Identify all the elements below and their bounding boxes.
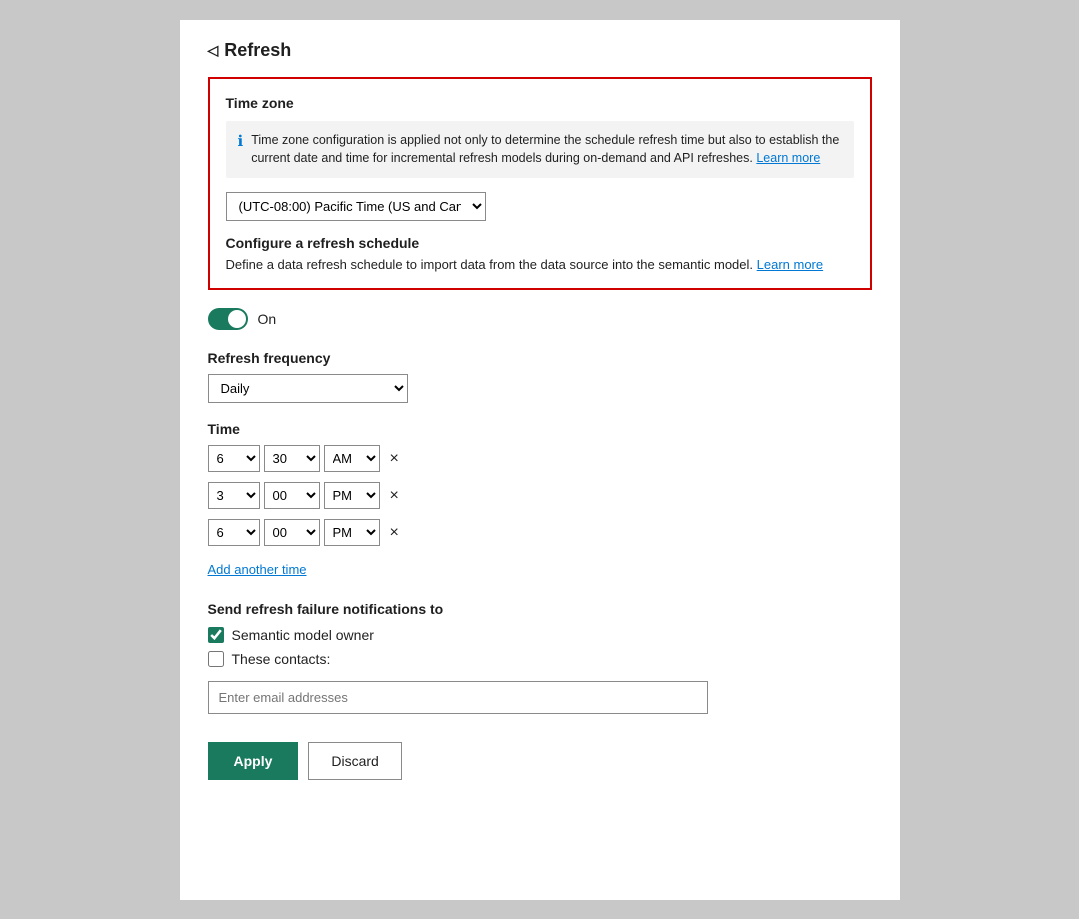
- notification-section: Send refresh failure notifications to Se…: [208, 601, 872, 714]
- apply-button[interactable]: Apply: [208, 742, 299, 780]
- time-zone-section: Time zone ℹ Time zone configuration is a…: [208, 77, 872, 291]
- info-learn-more-link[interactable]: Learn more: [756, 151, 820, 165]
- timezone-title: Time zone: [226, 95, 854, 111]
- main-panel: ◁ Refresh Time zone ℹ Time zone configur…: [180, 20, 900, 900]
- toggle-knob: [228, 310, 246, 328]
- time-row-2: 3124 5678 9101112 00153045 PMAM ×: [208, 482, 872, 509]
- page-title-row: ◁ Refresh: [208, 40, 872, 61]
- contacts-checkbox[interactable]: [208, 651, 224, 667]
- info-text-content: Time zone configuration is applied not o…: [251, 133, 839, 166]
- owner-label: Semantic model owner: [232, 627, 374, 643]
- configure-desc: Define a data refresh schedule to import…: [226, 257, 854, 272]
- button-row: Apply Discard: [208, 742, 872, 780]
- time3-minute-select[interactable]: 00153045: [264, 519, 320, 546]
- time-row-3: 6123 4578 9101112 00153045 PMAM ×: [208, 519, 872, 546]
- configure-learn-more-link[interactable]: Learn more: [757, 257, 823, 272]
- frequency-select[interactable]: Daily Weekly Monthly: [208, 374, 408, 403]
- timezone-select[interactable]: (UTC-08:00) Pacific Time (US and Can (UT…: [226, 192, 486, 221]
- time2-remove-button[interactable]: ×: [384, 486, 405, 506]
- contacts-checkbox-row: These contacts:: [208, 651, 872, 667]
- time1-minute-select[interactable]: 30001545: [264, 445, 320, 472]
- time3-ampm-select[interactable]: PMAM: [324, 519, 380, 546]
- owner-checkbox-row: Semantic model owner: [208, 627, 872, 643]
- info-box: ℹ Time zone configuration is applied not…: [226, 121, 854, 179]
- contacts-label: These contacts:: [232, 651, 331, 667]
- time1-ampm-select[interactable]: AMPM: [324, 445, 380, 472]
- notification-title: Send refresh failure notifications to: [208, 601, 872, 617]
- time1-hour-select[interactable]: 6123 4578 9101112: [208, 445, 260, 472]
- email-input[interactable]: [208, 681, 708, 714]
- time2-hour-select[interactable]: 3124 5678 9101112: [208, 482, 260, 509]
- add-time-button[interactable]: Add another time: [208, 562, 307, 577]
- schedule-toggle[interactable]: [208, 308, 248, 330]
- info-icon: ℹ: [238, 132, 244, 150]
- owner-checkbox[interactable]: [208, 627, 224, 643]
- time-label: Time: [208, 421, 872, 437]
- info-text: Time zone configuration is applied not o…: [251, 131, 841, 169]
- time2-ampm-select[interactable]: PMAM: [324, 482, 380, 509]
- toggle-row: On: [208, 308, 872, 330]
- toggle-label: On: [258, 311, 277, 327]
- time-row-1: 6123 4578 9101112 30001545 AMPM ×: [208, 445, 872, 472]
- time3-remove-button[interactable]: ×: [384, 523, 405, 543]
- discard-button[interactable]: Discard: [308, 742, 401, 780]
- time3-hour-select[interactable]: 6123 4578 9101112: [208, 519, 260, 546]
- configure-title: Configure a refresh schedule: [226, 235, 854, 251]
- frequency-label: Refresh frequency: [208, 350, 872, 366]
- time2-minute-select[interactable]: 00153045: [264, 482, 320, 509]
- configure-desc-text: Define a data refresh schedule to import…: [226, 257, 754, 272]
- time1-remove-button[interactable]: ×: [384, 449, 405, 469]
- back-arrow-icon: ◁: [208, 42, 219, 59]
- page-title: Refresh: [224, 40, 291, 61]
